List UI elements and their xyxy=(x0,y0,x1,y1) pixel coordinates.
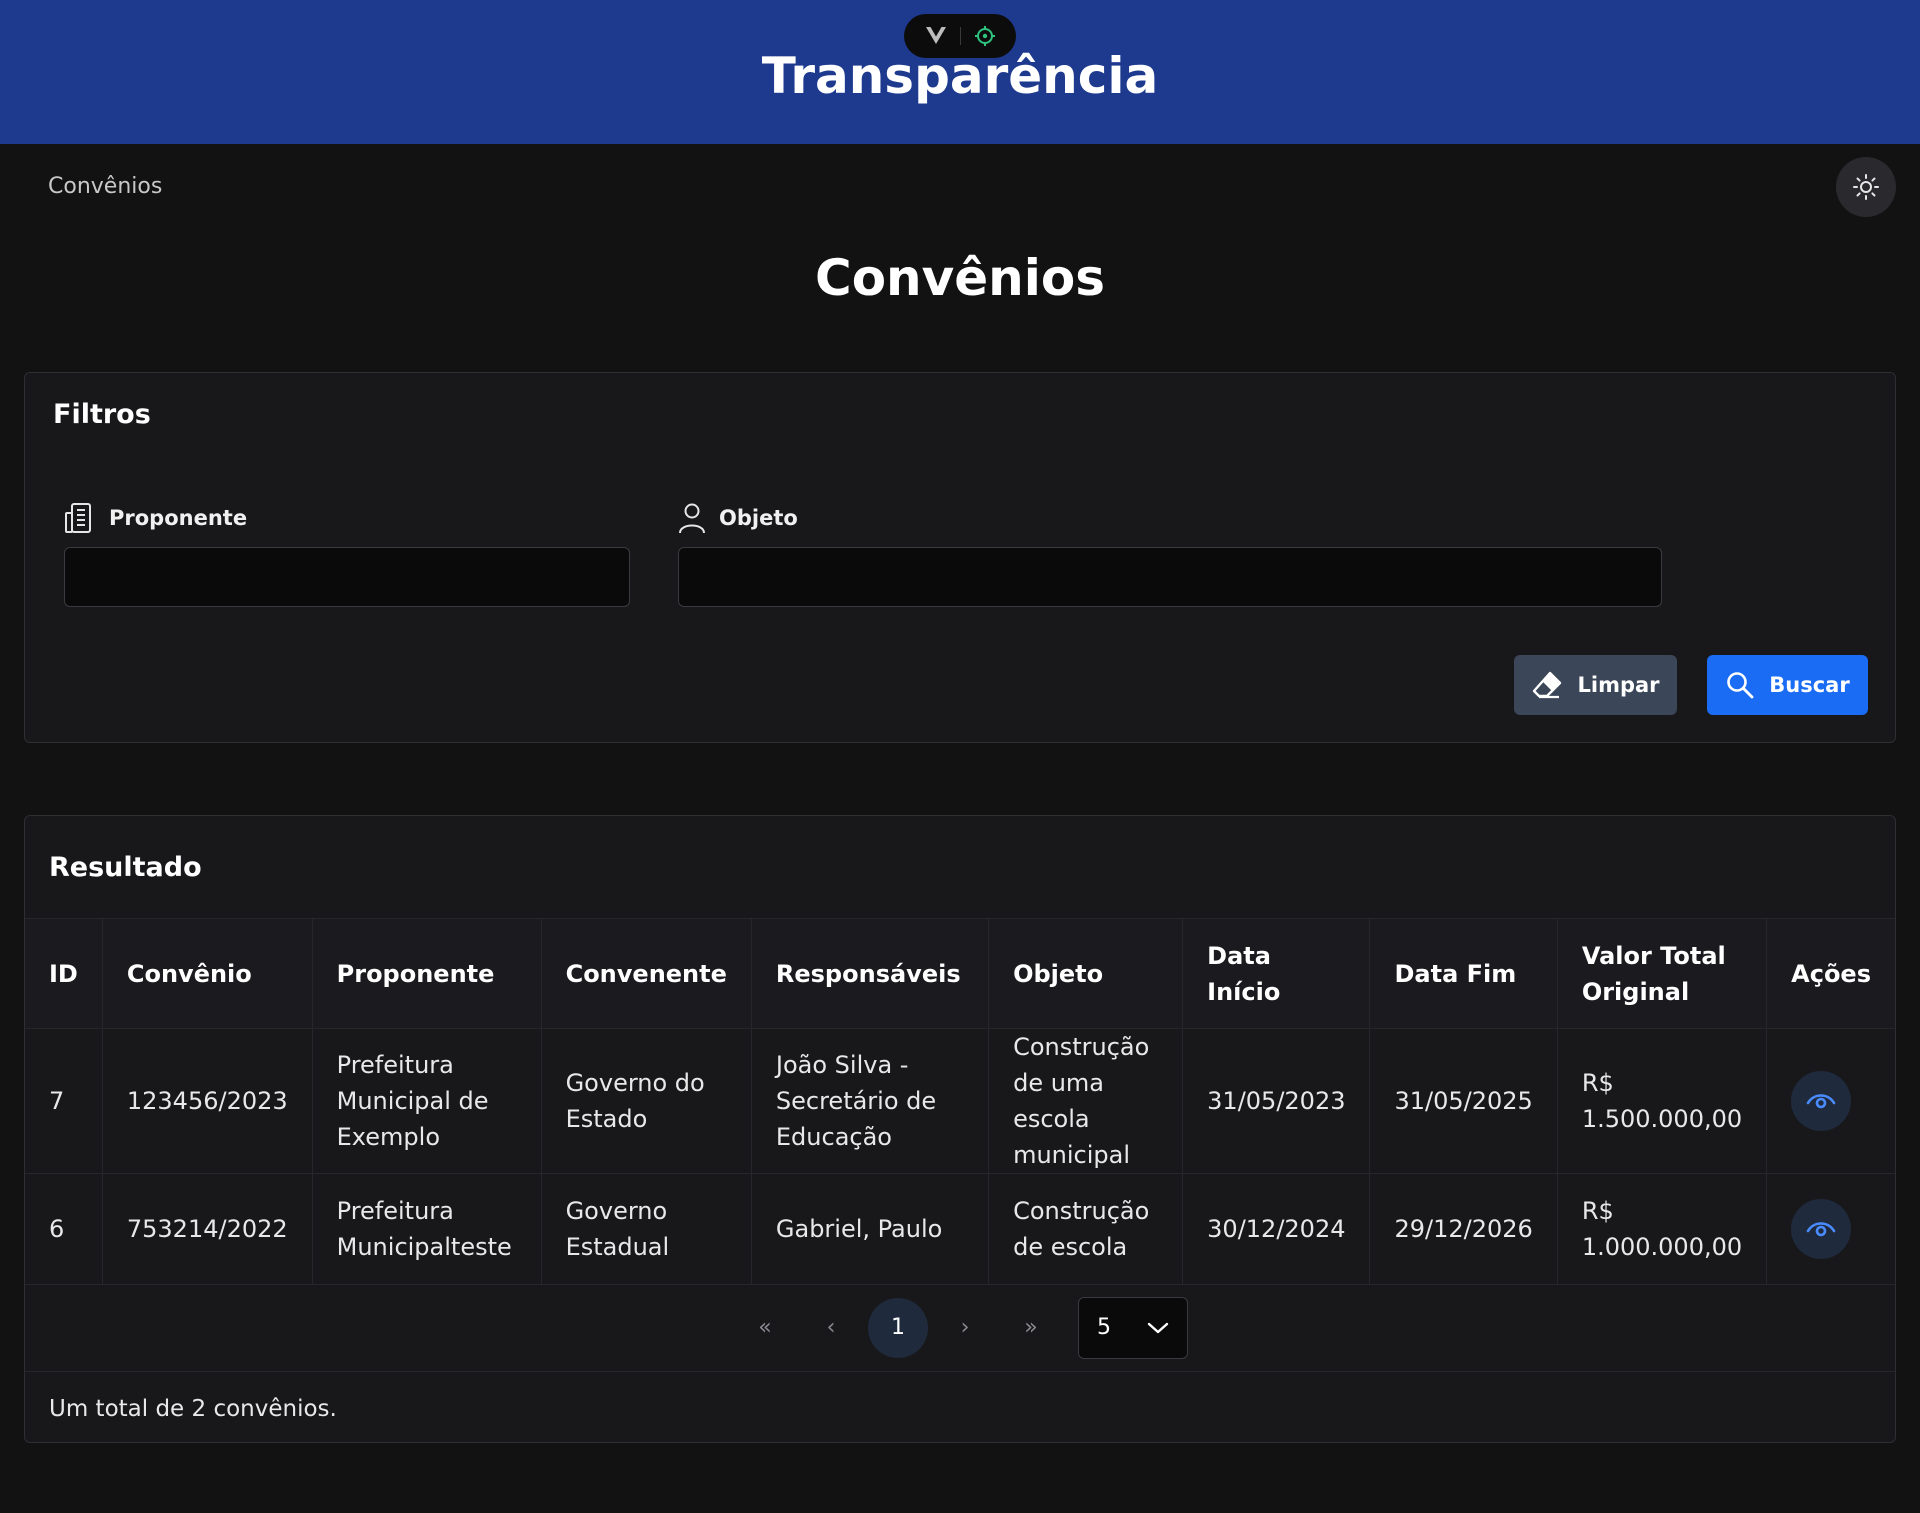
pagination: « ‹ 1 › » 5 xyxy=(25,1283,1895,1372)
page-size-value: 5 xyxy=(1097,1315,1111,1340)
objeto-label-text: Objeto xyxy=(719,506,798,530)
cell-valor: R$ 1.500.000,00 xyxy=(1557,1028,1768,1174)
cell-proponente: Prefeitura Municipal de Exemplo xyxy=(312,1028,542,1174)
table-row: 7 123456/2023 Prefeitura Municipal de Ex… xyxy=(25,1028,1895,1174)
last-page-button[interactable]: » xyxy=(998,1298,1064,1358)
cell-id: 6 xyxy=(25,1173,103,1284)
top-header: Transparência xyxy=(0,0,1920,144)
cell-convenente: Governo do Estado xyxy=(541,1028,752,1174)
results-title: Resultado xyxy=(49,852,202,883)
filters-panel: Filtros Proponente Objeto Limpar Buscar xyxy=(24,372,1896,743)
col-valor-total[interactable]: Valor Total Original xyxy=(1557,918,1768,1029)
toolbar-divider xyxy=(959,27,961,45)
cell-proponente: Prefeitura Municipalteste xyxy=(312,1173,542,1284)
vue-logo-icon[interactable] xyxy=(925,26,947,46)
cell-convenente: Governo Estadual xyxy=(541,1173,752,1284)
breadcrumb-bar: Convênios xyxy=(0,144,1920,229)
objeto-label: Objeto xyxy=(677,501,798,535)
first-page-button[interactable]: « xyxy=(732,1298,798,1358)
current-page[interactable]: 1 xyxy=(868,1297,928,1358)
cell-objeto: Construção de escola xyxy=(988,1173,1184,1284)
cell-data-fim: 31/05/2025 xyxy=(1369,1028,1558,1174)
col-convenente[interactable]: Convenente xyxy=(541,918,752,1029)
eye-icon xyxy=(1806,1094,1836,1109)
cell-responsaveis: Gabriel, Paulo xyxy=(751,1173,990,1284)
total-count-text: Um total de 2 convênios. xyxy=(49,1395,337,1422)
cell-convenio: 123456/2023 xyxy=(102,1028,313,1174)
proponente-input[interactable] xyxy=(64,547,630,607)
cell-id: 7 xyxy=(25,1028,103,1174)
cell-data-fim: 29/12/2026 xyxy=(1369,1173,1558,1284)
view-button[interactable] xyxy=(1791,1071,1852,1131)
col-id[interactable]: ID xyxy=(25,918,103,1029)
devtools-toolbar[interactable] xyxy=(904,14,1016,58)
col-data-fim[interactable]: Data Fim xyxy=(1369,918,1558,1029)
cell-acoes xyxy=(1767,1174,1895,1284)
col-proponente[interactable]: Proponente xyxy=(312,918,542,1029)
col-responsaveis[interactable]: Responsáveis xyxy=(751,918,990,1029)
search-icon xyxy=(1727,672,1754,699)
page-size-select[interactable]: 5 xyxy=(1078,1296,1188,1359)
target-icon[interactable] xyxy=(974,25,996,47)
proponente-label-text: Proponente xyxy=(109,506,248,530)
results-table: ID Convênio Proponente Convenente Respon… xyxy=(25,918,1895,1284)
clear-button[interactable]: Limpar xyxy=(1514,655,1677,715)
col-data-inicio[interactable]: Data Início xyxy=(1182,918,1371,1029)
col-acoes: Ações xyxy=(1791,959,1871,988)
filters-title: Filtros xyxy=(53,399,151,430)
table-row: 6 753214/2022 Prefeitura Municipalteste … xyxy=(25,1173,1895,1284)
objeto-input[interactable] xyxy=(678,547,1662,607)
cell-responsaveis: João Silva - Secretário de Educação xyxy=(751,1028,990,1174)
proponente-label: Proponente xyxy=(63,501,247,535)
page-title: Convênios xyxy=(815,249,1105,307)
search-button-label: Buscar xyxy=(1769,673,1850,697)
col-convenio[interactable]: Convênio xyxy=(102,918,313,1029)
cell-objeto: Construção de uma escola municipal xyxy=(988,1028,1184,1174)
next-page-button[interactable]: › xyxy=(932,1298,998,1358)
cell-data-inicio: 30/12/2024 xyxy=(1182,1173,1371,1284)
eraser-icon xyxy=(1533,671,1562,699)
search-button[interactable]: Buscar xyxy=(1707,655,1868,715)
building-icon xyxy=(65,503,91,533)
cell-valor: R$ 1.000.000,00 xyxy=(1557,1173,1768,1284)
sun-icon xyxy=(1853,173,1879,200)
cell-acoes xyxy=(1767,1029,1895,1174)
cell-convenio: 753214/2022 xyxy=(102,1173,313,1284)
eye-icon xyxy=(1806,1221,1836,1237)
view-button[interactable] xyxy=(1791,1198,1852,1259)
prev-page-button[interactable]: ‹ xyxy=(798,1298,864,1358)
breadcrumb[interactable]: Convênios xyxy=(48,174,162,199)
col-objeto[interactable]: Objeto xyxy=(988,918,1184,1029)
user-icon xyxy=(679,503,705,534)
table-header-row: ID Convênio Proponente Convenente Respon… xyxy=(25,918,1895,1029)
theme-toggle-button[interactable] xyxy=(1836,156,1896,217)
clear-button-label: Limpar xyxy=(1577,673,1660,697)
chevron-down-icon xyxy=(1147,1322,1169,1333)
results-panel: Resultado ID Convênio Proponente Convene… xyxy=(24,815,1896,1443)
cell-data-inicio: 31/05/2023 xyxy=(1182,1028,1371,1174)
